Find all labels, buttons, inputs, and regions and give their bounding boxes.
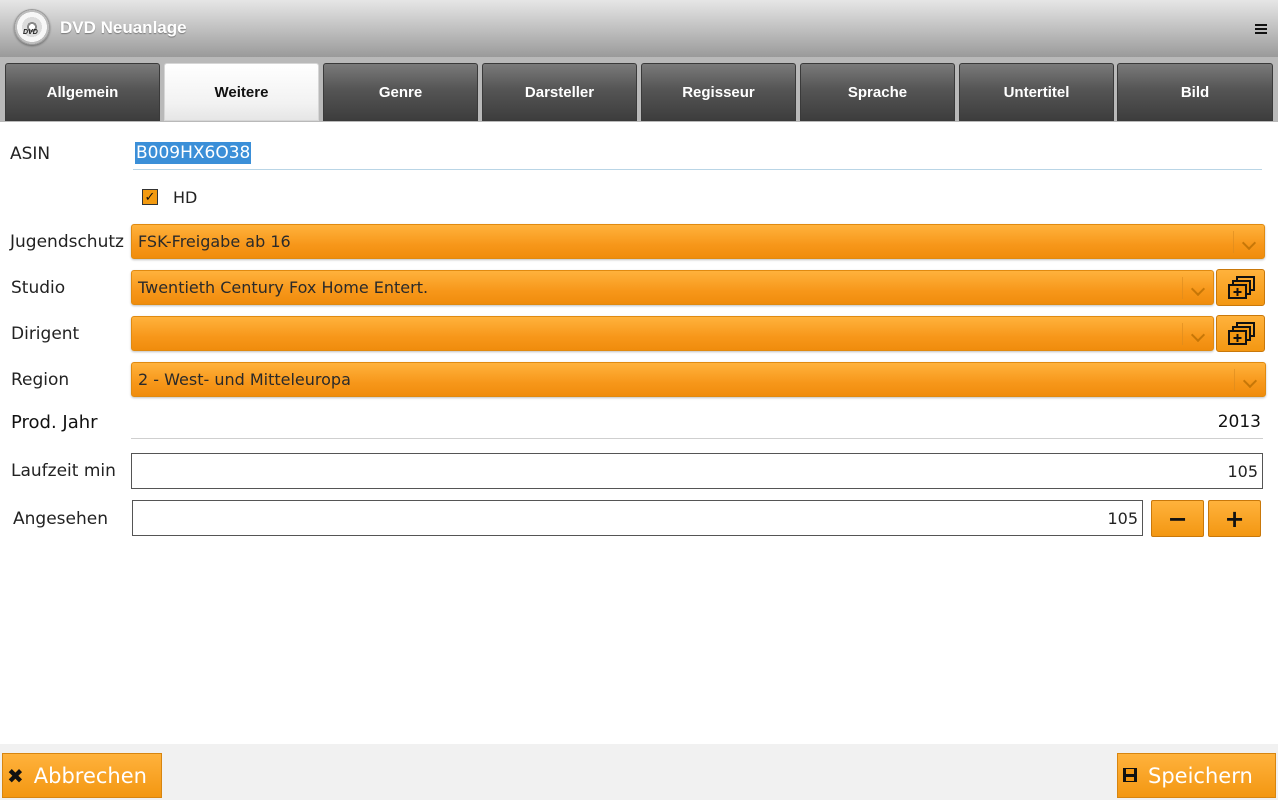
studio-label: Studio: [11, 278, 66, 298]
region-label: Region: [11, 370, 70, 390]
jugendschutz-label: Jugendschutz: [10, 232, 124, 252]
tab-allgemein[interactable]: Allgemein: [5, 63, 160, 121]
laufzeit-label: Laufzeit min: [11, 461, 116, 481]
add-dirigent-button[interactable]: [1216, 315, 1265, 352]
dropdown-separator: [1182, 323, 1183, 345]
angesehen-input[interactable]: 105: [132, 500, 1143, 536]
chevron-down-icon: [1190, 281, 1206, 297]
footer-bar: ✖ Abbrechen Speichern: [0, 744, 1278, 800]
tab-weitere[interactable]: Weitere: [164, 63, 319, 121]
tab-bild[interactable]: Bild: [1117, 63, 1273, 121]
tab-regisseur[interactable]: Regisseur: [641, 63, 796, 121]
cancel-label: Abbrechen: [33, 763, 147, 788]
angesehen-label: Angesehen: [13, 509, 108, 529]
chevron-down-icon: [1190, 327, 1206, 343]
tab-darsteller[interactable]: Darsteller: [482, 63, 637, 121]
prod-jahr-input[interactable]: 2013: [131, 405, 1263, 439]
decrement-button[interactable]: −: [1151, 500, 1204, 537]
close-icon: ✖: [7, 763, 24, 788]
floppy-disk-icon: [1122, 764, 1138, 788]
laufzeit-input[interactable]: 105: [131, 453, 1263, 489]
save-button[interactable]: Speichern: [1117, 753, 1276, 798]
studio-value: Twentieth Century Fox Home Entert.: [138, 278, 429, 297]
dropdown-separator: [1182, 277, 1183, 299]
dirigent-label: Dirigent: [11, 324, 80, 344]
dropdown-separator: [1234, 369, 1235, 391]
dvd-logo-icon: DVD: [14, 9, 50, 45]
laufzeit-value: 105: [1227, 462, 1258, 481]
dropdown-separator: [1233, 231, 1234, 253]
window-title: DVD Neuanlage: [60, 18, 187, 37]
overflow-menu-icon[interactable]: [1255, 24, 1267, 34]
dirigent-select[interactable]: [131, 316, 1214, 351]
asin-value: B009HX6O38: [135, 142, 252, 164]
add-studio-button[interactable]: [1216, 269, 1265, 306]
chevron-down-icon: [1241, 235, 1257, 251]
region-value: 2 - West- und Mitteleuropa: [138, 370, 351, 389]
tab-genre[interactable]: Genre: [323, 63, 478, 121]
chevron-down-icon: [1242, 373, 1258, 389]
jugendschutz-select[interactable]: FSK-Freigabe ab 16: [131, 224, 1265, 259]
hd-checkbox[interactable]: ✓: [142, 189, 158, 205]
save-label: Speichern: [1148, 763, 1253, 788]
add-windows-icon: [1228, 276, 1255, 299]
logo-text: DVD: [23, 29, 38, 36]
tab-sprache[interactable]: Sprache: [800, 63, 955, 121]
asin-label: ASIN: [10, 144, 51, 164]
asin-input[interactable]: B009HX6O38: [133, 139, 1262, 170]
tab-untertitel[interactable]: Untertitel: [959, 63, 1114, 121]
prod-jahr-label: Prod. Jahr: [11, 412, 98, 433]
angesehen-value: 105: [1107, 509, 1138, 528]
studio-select[interactable]: Twentieth Century Fox Home Entert.: [131, 270, 1214, 305]
cancel-button[interactable]: ✖ Abbrechen: [2, 753, 162, 798]
jugendschutz-value: FSK-Freigabe ab 16: [138, 232, 291, 251]
region-select[interactable]: 2 - West- und Mitteleuropa: [131, 362, 1266, 397]
hd-label: HD: [173, 188, 198, 207]
prod-jahr-value: 2013: [1217, 412, 1261, 432]
title-bar: DVD DVD Neuanlage: [0, 0, 1278, 58]
tab-bar: Allgemein Weitere Genre Darsteller Regis…: [0, 57, 1278, 122]
increment-button[interactable]: +: [1208, 500, 1261, 537]
add-windows-icon: [1228, 322, 1255, 345]
